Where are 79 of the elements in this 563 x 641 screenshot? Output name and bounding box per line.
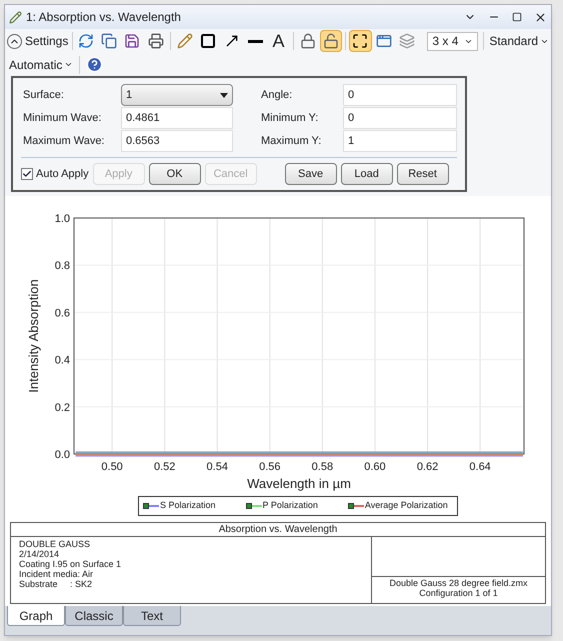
info-line: Substrate : SK2	[19, 579, 94, 589]
settings-toggle-button[interactable]: Settings	[7, 32, 74, 50]
fit-button[interactable]	[349, 30, 372, 52]
y-tick-label: 0.4	[54, 354, 70, 367]
y-tick-label: 0.8	[54, 260, 70, 272]
view-tab[interactable]: Graph	[7, 606, 65, 626]
info-line: Double Gauss 28 degree field.zmx	[389, 578, 528, 588]
info-line: Configuration 1 of 1	[419, 588, 498, 598]
y-tick-label: 0.6	[54, 308, 70, 320]
legend-label: S Polarization	[160, 499, 216, 512]
y-tick-label: 1.0	[54, 213, 70, 226]
view-tab[interactable]: Text	[123, 606, 181, 626]
x-tick-label: 0.60	[364, 461, 386, 474]
check-icon	[22, 169, 32, 179]
info-line: Incident media: Air	[19, 569, 94, 579]
arrow-icon	[224, 33, 240, 49]
info-line: Coating I.95 on Surface 1	[19, 559, 122, 569]
help-icon[interactable]	[86, 56, 104, 73]
collapse-icon	[7, 34, 22, 48]
caret-icon	[64, 60, 74, 69]
auto-apply-checkbox[interactable]	[21, 168, 33, 180]
surface-dropdown[interactable]: 1	[121, 84, 233, 106]
x-tick-label: 0.62	[416, 461, 438, 474]
x-tick-label: 0.58	[312, 461, 334, 474]
legend-label: Average Polarization	[364, 499, 448, 512]
y-tick-label: 0.0	[54, 449, 70, 462]
close-icon[interactable]	[534, 10, 547, 24]
scale-menu[interactable]: Automatic	[9, 56, 80, 74]
dialog-button[interactable]: Load	[340, 163, 393, 185]
pencil-icon	[176, 33, 193, 49]
unlock-button[interactable]	[320, 30, 342, 52]
field-label: Maximum Wave:	[23, 134, 106, 149]
field-label: Surface:	[23, 88, 65, 103]
layout-select[interactable]: 3 x 4	[427, 32, 478, 50]
x-tick-label: 0.52	[154, 461, 176, 474]
input-field[interactable]: 0.4861	[121, 107, 233, 129]
window-title: 1: Absorption vs. Wavelength	[26, 9, 182, 26]
legend-label: P Polarization	[262, 499, 318, 512]
legend-swatch-icon	[143, 503, 149, 509]
style-menu[interactable]: Standard	[489, 32, 550, 50]
text-tool-button[interactable]: A	[267, 30, 290, 52]
input-field[interactable]: 1	[343, 130, 457, 152]
maximize-icon[interactable]	[512, 12, 522, 22]
dialog-button[interactable]: OK	[148, 163, 201, 185]
field-label: Minimum Wave:	[23, 110, 102, 126]
input-field[interactable]: 0	[343, 107, 457, 129]
refresh-icon	[78, 33, 94, 49]
field-label: Minimum Y:	[261, 110, 320, 126]
app-icon	[9, 10, 22, 24]
x-tick-label: 0.56	[259, 461, 281, 474]
y-tick-label: 0.2	[54, 402, 70, 414]
print-icon	[148, 33, 164, 49]
checkbox-label: Auto Apply	[36, 166, 89, 182]
dialog-button[interactable]: Reset	[396, 163, 449, 185]
legend-swatch-icon	[348, 503, 354, 509]
caret-icon	[220, 92, 228, 98]
layers-icon	[399, 33, 416, 49]
dialog-button[interactable]: Save	[284, 163, 337, 185]
windows-icon	[376, 33, 392, 49]
rectangle-icon	[200, 33, 216, 49]
y-axis-title: Intensity Absorption	[26, 280, 41, 393]
lock-icon	[300, 33, 316, 49]
x-axis-title: Wavelength in µm	[247, 476, 351, 492]
info-line: 2/14/2014	[19, 549, 60, 559]
x-tick-label: 0.64	[469, 461, 491, 474]
field-label: Angle:	[261, 88, 294, 103]
save-icon	[124, 33, 140, 49]
input-field[interactable]: 0.6563	[121, 130, 233, 152]
info-line: DOUBLE GAUSS	[19, 539, 92, 549]
view-tab[interactable]: Classic	[65, 606, 123, 626]
x-tick-label: 0.50	[101, 461, 123, 474]
input-field[interactable]: 0	[343, 84, 457, 106]
info-title: Absorption vs. Wavelength	[11, 523, 545, 537]
field-label: Maximum Y:	[261, 134, 322, 149]
copy-icon	[100, 33, 117, 49]
x-tick-label: 0.54	[206, 461, 228, 474]
unlock-icon	[323, 33, 340, 49]
fit-icon	[352, 33, 368, 49]
legend-swatch-icon	[246, 503, 252, 509]
